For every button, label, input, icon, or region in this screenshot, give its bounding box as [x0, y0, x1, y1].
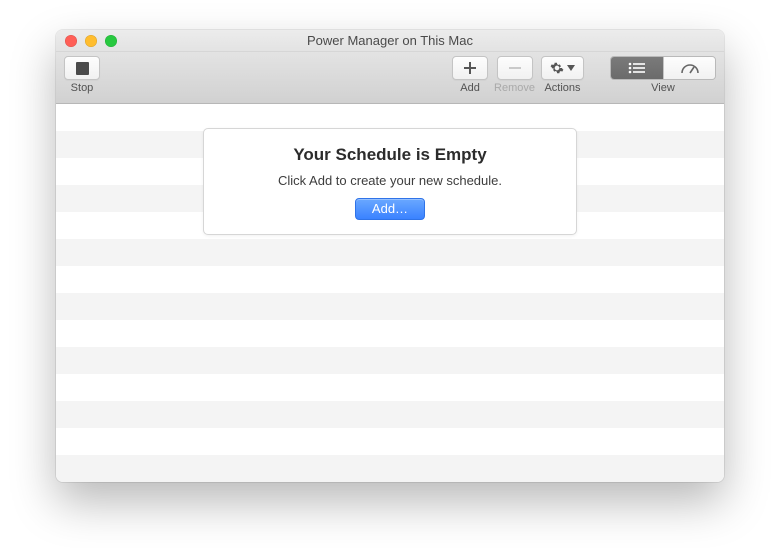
close-window-button[interactable]	[65, 35, 77, 47]
traffic-lights	[56, 35, 117, 47]
empty-state-message: Click Add to create your new schedule.	[222, 173, 558, 188]
view-group: View	[610, 56, 716, 94]
titlebar: Power Manager on This Mac	[56, 30, 724, 52]
view-label: View	[651, 82, 675, 94]
add-button[interactable]	[452, 56, 488, 80]
stop-icon	[76, 62, 89, 75]
view-list-button[interactable]	[611, 57, 663, 79]
minimize-window-button[interactable]	[85, 35, 97, 47]
remove-label: Remove	[494, 82, 535, 94]
view-gauge-button[interactable]	[663, 57, 715, 79]
gear-icon	[550, 61, 564, 75]
empty-state-panel: Your Schedule is Empty Click Add to crea…	[203, 128, 577, 235]
plus-icon	[463, 61, 477, 75]
actions-label: Actions	[544, 82, 580, 94]
stop-button[interactable]	[64, 56, 100, 80]
gauge-icon	[680, 61, 700, 75]
add-label: Add	[460, 82, 480, 94]
minus-icon	[508, 61, 522, 75]
stop-group: Stop	[64, 56, 100, 94]
view-segmented-control	[610, 56, 716, 80]
actions-button[interactable]	[541, 56, 584, 80]
stop-label: Stop	[71, 82, 94, 94]
center-cluster: Add Remove	[452, 56, 584, 94]
window-title: Power Manager on This Mac	[56, 33, 724, 48]
empty-state-heading: Your Schedule is Empty	[222, 145, 558, 165]
remove-button[interactable]	[497, 56, 533, 80]
chevron-down-icon	[567, 65, 575, 71]
zoom-window-button[interactable]	[105, 35, 117, 47]
app-window: Power Manager on This Mac Stop Add	[56, 30, 724, 482]
empty-state-add-button[interactable]: Add…	[355, 198, 425, 220]
list-icon	[628, 62, 646, 74]
toolbar: Stop Add Remove	[56, 52, 724, 104]
content-area: Your Schedule is Empty Click Add to crea…	[56, 104, 724, 482]
